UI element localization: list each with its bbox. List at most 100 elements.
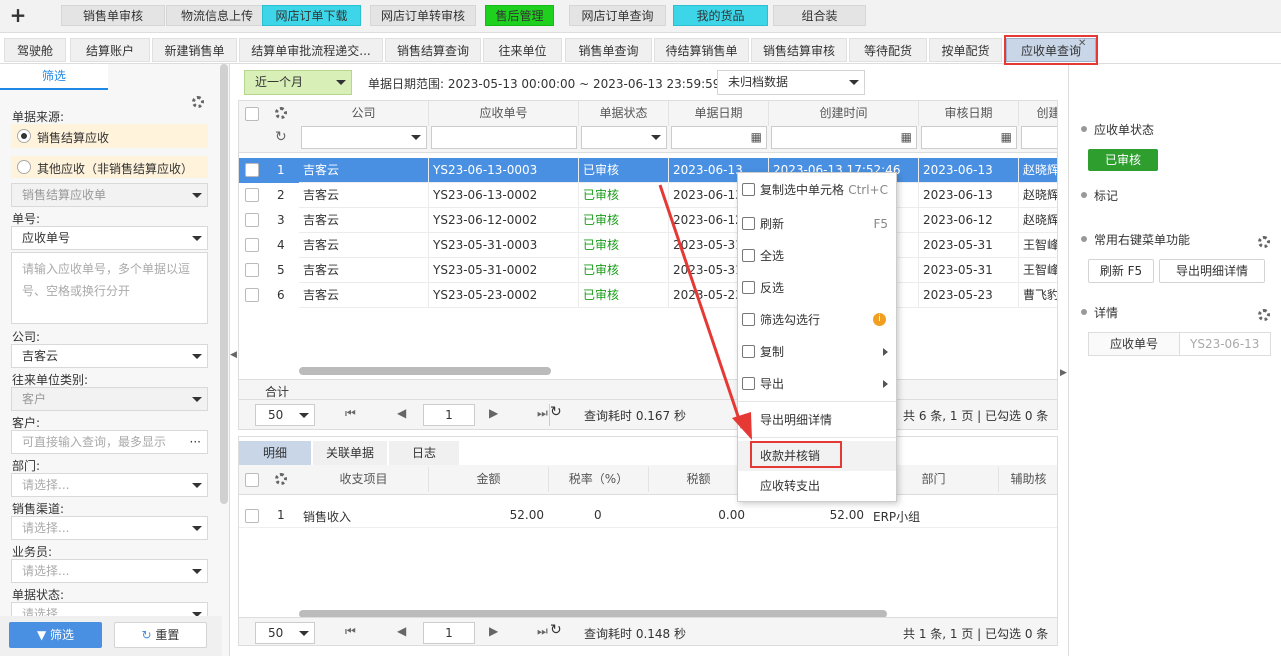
cell-company[interactable]: 吉客云 [299, 233, 429, 258]
menu-item-7[interactable]: 导出 [738, 369, 896, 399]
grid-filter-1[interactable] [301, 126, 427, 149]
doc-no-select[interactable]: 应收单号 [11, 226, 208, 250]
date-preset-select[interactable]: 近一个月 [244, 70, 352, 95]
grid-hscrollbar[interactable] [299, 367, 551, 375]
customer-input[interactable]: 可直接输入查询，最多显示 ··· [11, 430, 208, 454]
gear-icon[interactable] [1258, 236, 1270, 248]
row-checkbox[interactable] [245, 238, 259, 252]
first-page-icon[interactable]: ⏮ [345, 406, 356, 421]
menu-item-3[interactable]: 全选 [738, 241, 896, 271]
calendar-icon[interactable]: ▦ [1001, 130, 1012, 144]
page-tab-1[interactable]: 驾驶舱 [4, 38, 66, 62]
top-tab-5[interactable]: 售后管理 [485, 5, 554, 26]
row-checkbox[interactable] [245, 288, 259, 302]
page-tab-2[interactable]: 结算账户 [70, 38, 150, 62]
gear-icon[interactable] [275, 473, 287, 485]
table-row[interactable]: 5 吉客云 YS23-05-31-0002 已审核 2023-05-31 2023-05-… [239, 258, 1057, 283]
add-icon[interactable]: + [8, 4, 28, 26]
cell-audit[interactable]: 2023-05-31 [919, 258, 1019, 283]
grid-header-7[interactable]: 创建 [1019, 101, 1057, 126]
page-tab-7[interactable]: 销售单查询 [565, 38, 652, 62]
cell-status[interactable]: 已审核 [579, 283, 669, 308]
cell-status[interactable]: 已审核 [579, 233, 669, 258]
more-icon[interactable]: ··· [190, 431, 201, 453]
gear-icon[interactable] [1258, 309, 1270, 321]
table-row[interactable]: 1 吉客云 YS23-06-13-0003 已审核 2023-06-13 2023-06-… [239, 158, 1057, 183]
detail-page-number[interactable]: 1 [423, 622, 475, 644]
top-tab-1[interactable]: 销售单审核 [61, 5, 165, 26]
grid-filter-3[interactable] [581, 126, 667, 149]
grid-filter-2[interactable] [431, 126, 577, 149]
menu-item-6[interactable]: 复制 [738, 337, 896, 367]
reload-icon[interactable]: ↻ [550, 622, 562, 638]
menu-item-2[interactable]: 刷新 F5 [738, 209, 896, 239]
quick-refresh-button[interactable]: 刷新 F5 [1088, 259, 1154, 283]
prev-page-icon[interactable]: ◀ [397, 406, 406, 420]
page-tab-11[interactable]: 按单配货 [929, 38, 1002, 62]
radio-icon[interactable] [17, 160, 31, 174]
grid-header-6[interactable]: 审核日期 [919, 101, 1019, 126]
menu-item-9[interactable]: 收款并核销 [738, 441, 896, 471]
cell-company[interactable]: 吉客云 [299, 158, 429, 183]
row-checkbox[interactable] [245, 163, 259, 177]
page-tab-9[interactable]: 销售结算审核 [751, 38, 847, 62]
grid-filter-4[interactable]: ▦ [671, 126, 767, 149]
page-size-select[interactable]: 50 [255, 404, 315, 426]
dept-select[interactable]: 请选择... [11, 473, 208, 497]
top-tab-2[interactable]: 物流信息上传 [166, 5, 268, 26]
row-checkbox[interactable] [245, 509, 259, 523]
page-tab-5[interactable]: 销售结算查询 [385, 38, 481, 62]
next-page-icon[interactable]: ▶ [489, 406, 498, 420]
cell-no[interactable]: YS23-06-13-0002 [429, 183, 579, 208]
cell-status[interactable]: 已审核 [579, 258, 669, 283]
cell-creator[interactable]: 赵晓辉 [1019, 208, 1057, 233]
radio-checked-icon[interactable] [17, 129, 31, 143]
partner-type-select[interactable]: 客户 [11, 387, 208, 411]
grid-header-2[interactable]: 应收单号 [429, 101, 579, 126]
cell-creator[interactable]: 赵晓辉 [1019, 158, 1057, 183]
cell-creator[interactable]: 王智峰 [1019, 258, 1057, 283]
detail-tab-2[interactable]: 关联单据 [313, 441, 387, 465]
cell-company[interactable]: 吉客云 [299, 258, 429, 283]
next-page-icon[interactable]: ▶ [489, 624, 498, 638]
cell-audit[interactable]: 2023-05-31 [919, 233, 1019, 258]
page-tab-3[interactable]: 新建销售单 [152, 38, 237, 62]
grid-filter-6[interactable]: ▦ [921, 126, 1017, 149]
archive-select[interactable]: 未归档数据 [717, 70, 865, 95]
menu-item-1[interactable]: 复制选中单元格 Ctrl+C [738, 175, 896, 205]
sidebar-scrollbar[interactable] [220, 64, 228, 504]
cell-audit[interactable]: 2023-06-13 [919, 158, 1019, 183]
collapse-left-icon[interactable]: ◀ [230, 350, 237, 366]
grid-header-3[interactable]: 单据状态 [579, 101, 669, 126]
cell-no[interactable]: YS23-05-23-0002 [429, 283, 579, 308]
table-row[interactable]: 2 吉客云 YS23-06-13-0002 已审核 2023-06-13 2023-06-… [239, 183, 1057, 208]
cell-no[interactable]: YS23-05-31-0002 [429, 258, 579, 283]
cell-company[interactable]: 吉客云 [299, 283, 429, 308]
table-row[interactable]: 4 吉客云 YS23-05-31-0003 已审核 2023-05-31 2023-05-… [239, 233, 1057, 258]
top-tab-3[interactable]: 网店订单下载 [262, 5, 361, 26]
table-row[interactable]: 3 吉客云 YS23-06-12-0002 已审核 2023-06-12 2023-06-… [239, 208, 1057, 233]
cell-company[interactable]: 吉客云 [299, 183, 429, 208]
detail-page-size[interactable]: 50 [255, 622, 315, 644]
row-checkbox[interactable] [245, 188, 259, 202]
source-option-1[interactable]: 销售结算应收 [11, 124, 208, 148]
table-row[interactable]: 6 吉客云 YS23-05-23-0002 已审核 2023-05-23 2023-05-… [239, 283, 1057, 308]
menu-item-4[interactable]: 反选 [738, 273, 896, 303]
gear-icon[interactable] [275, 107, 287, 119]
tab-filter[interactable]: 筛选 [0, 64, 108, 90]
select-all-checkbox[interactable] [245, 107, 259, 121]
row-checkbox[interactable] [245, 213, 259, 227]
first-page-icon[interactable]: ⏮ [345, 624, 356, 639]
calendar-icon[interactable]: ▦ [751, 130, 762, 144]
menu-item-10[interactable]: 应收转支出 [738, 471, 896, 501]
collapse-right-icon[interactable]: ▶ [1060, 368, 1067, 384]
prev-page-icon[interactable]: ◀ [397, 624, 406, 638]
cell-creator[interactable]: 赵晓辉 [1019, 183, 1057, 208]
detail-row[interactable]: 1 销售收入 52.00 0 0.00 52.00 ERP小组 [239, 503, 1057, 528]
cell-status[interactable]: 已审核 [579, 158, 669, 183]
cell-no[interactable]: YS23-06-13-0003 [429, 158, 579, 183]
cell-no[interactable]: YS23-05-31-0003 [429, 233, 579, 258]
page-tab-8[interactable]: 待结算销售单 [654, 38, 749, 62]
page-tab-6[interactable]: 往来单位 [483, 38, 562, 62]
cell-company[interactable]: 吉客云 [299, 208, 429, 233]
